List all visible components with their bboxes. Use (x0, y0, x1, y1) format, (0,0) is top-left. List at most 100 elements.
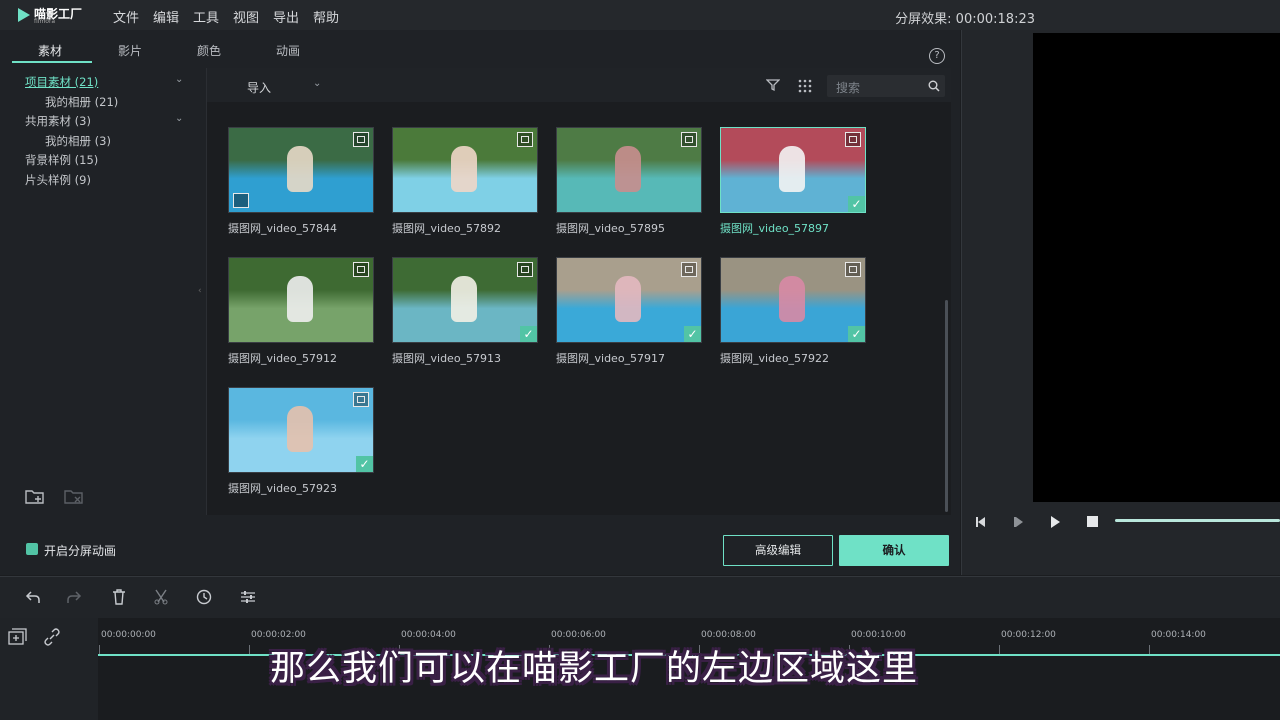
delete-icon[interactable] (112, 589, 126, 605)
clip-thumbnail[interactable] (556, 127, 702, 213)
confirm-button[interactable]: 确认 (839, 535, 949, 566)
stop-icon[interactable] (1086, 515, 1099, 528)
new-folder-icon[interactable] (24, 487, 46, 505)
menu-export[interactable]: 导出 (273, 7, 299, 26)
logo-icon (18, 8, 30, 22)
add-track-icon[interactable] (8, 628, 28, 646)
scissors-icon[interactable] (154, 589, 168, 605)
advanced-edit-button[interactable]: 高级编辑 (723, 535, 833, 566)
help-icon[interactable]: ? (929, 48, 945, 64)
media-scrollbar[interactable] (945, 300, 948, 512)
delete-folder-icon[interactable] (63, 487, 85, 505)
person-figure (287, 406, 313, 452)
film-icon (353, 132, 369, 147)
active-tab-indicator (12, 61, 92, 63)
person-figure (451, 276, 477, 322)
import-label: 导入 (247, 81, 272, 95)
clock-icon[interactable] (196, 589, 212, 605)
tree-intro-samples[interactable]: 片头样例 (9) (25, 172, 91, 188)
clip-thumbnail[interactable]: ✓ (392, 257, 538, 343)
person-figure (779, 276, 805, 322)
check-icon: ✓ (520, 326, 537, 342)
app-logo: 喵影工厂 filmora (18, 5, 88, 27)
search-placeholder: 搜索 (836, 81, 861, 95)
timeline-tick-label: 00:00:02:00 (251, 630, 306, 640)
tree-my-album[interactable]: 我的相册 (21) (45, 94, 118, 110)
clip-label: 摄图网_video_57895 (556, 222, 666, 235)
media-clip[interactable]: 摄图网_video_57892 (392, 127, 538, 236)
grid-view-icon[interactable] (798, 79, 812, 93)
media-clip[interactable]: ✓ 摄图网_video_57897 (720, 127, 866, 236)
clip-label: 摄图网_video_57913 (392, 352, 502, 365)
film-icon (517, 132, 533, 147)
media-clip[interactable]: ✓ 摄图网_video_57922 (720, 257, 866, 366)
adjust-icon[interactable] (240, 589, 256, 605)
menu-view[interactable]: 视图 (233, 7, 259, 26)
chevron-down-icon[interactable]: ⌄ (175, 113, 183, 124)
tab-color[interactable]: 颜色 (197, 42, 221, 59)
person-figure (287, 276, 313, 322)
clip-thumbnail[interactable]: ✓ (556, 257, 702, 343)
menu-tools[interactable]: 工具 (193, 7, 219, 26)
search-icon[interactable] (928, 80, 940, 92)
preview-progress-bar[interactable] (1115, 519, 1280, 522)
film-icon (681, 262, 697, 277)
clip-thumbnail[interactable]: ✓ (720, 127, 866, 213)
link-icon[interactable] (43, 628, 61, 646)
chevron-down-icon[interactable]: ⌄ (175, 74, 183, 85)
media-clip[interactable]: 摄图网_video_57844 (228, 127, 374, 236)
media-clip[interactable]: 摄图网_video_57895 (556, 127, 702, 236)
split-effect-duration: 分屏效果: 00:00:18:23 (895, 12, 1035, 27)
search-input[interactable]: 搜索 (827, 75, 945, 97)
filter-icon[interactable] (766, 78, 780, 92)
tab-animation[interactable]: 动画 (276, 42, 300, 59)
collapse-sidebar-icon[interactable]: ‹ (198, 286, 202, 296)
check-icon: ✓ (848, 326, 865, 342)
timeline-tick-label: 00:00:10:00 (851, 630, 906, 640)
timeline-tick-label: 00:00:06:00 (551, 630, 606, 640)
film-icon (517, 262, 533, 277)
person-figure (615, 276, 641, 322)
timeline-tick-label: 00:00:12:00 (1001, 630, 1056, 640)
clip-thumbnail[interactable] (392, 127, 538, 213)
menu-file[interactable]: 文件 (113, 7, 139, 26)
person-figure (287, 146, 313, 192)
checkbox-icon[interactable] (26, 543, 38, 555)
tree-project-media[interactable]: 项目素材 (21) (25, 74, 98, 90)
timeline-tick-label: 00:00:04:00 (401, 630, 456, 640)
timeline-tick-label: 00:00:08:00 (701, 630, 756, 640)
clip-thumbnail[interactable] (228, 127, 374, 213)
import-button[interactable]: 导入 (247, 79, 271, 96)
redo-icon[interactable] (66, 590, 82, 604)
undo-icon[interactable] (25, 590, 41, 604)
menu-edit[interactable]: 编辑 (153, 7, 179, 26)
next-frame-icon[interactable] (1012, 515, 1026, 529)
menu-help[interactable]: 帮助 (313, 7, 339, 26)
chevron-down-icon[interactable]: ⌄ (313, 78, 321, 89)
tree-shared-media[interactable]: 共用素材 (3) (25, 113, 91, 129)
preview-screen (1033, 33, 1280, 502)
person-figure (615, 146, 641, 192)
split-animation-label: 开启分屏动画 (44, 544, 117, 558)
tree-background-samples[interactable]: 背景样例 (15) (25, 152, 98, 168)
clip-thumbnail[interactable]: ✓ (228, 387, 374, 473)
clip-label: 摄图网_video_57844 (228, 222, 338, 235)
timeline-toolbar (0, 576, 1280, 619)
media-clip[interactable]: ✓ 摄图网_video_57917 (556, 257, 702, 366)
media-clip[interactable]: 摄图网_video_57912 (228, 257, 374, 366)
tree-shared-album[interactable]: 我的相册 (3) (45, 133, 111, 149)
clip-label: 摄图网_video_57897 (720, 222, 830, 235)
previous-frame-icon[interactable] (974, 515, 988, 529)
tab-movie[interactable]: 影片 (118, 42, 142, 59)
play-icon[interactable] (1048, 515, 1062, 529)
clip-label: 摄图网_video_57923 (228, 482, 338, 495)
check-icon: ✓ (356, 456, 373, 472)
check-icon: ✓ (684, 326, 701, 342)
clip-label: 摄图网_video_57922 (720, 352, 830, 365)
media-clip[interactable]: ✓ 摄图网_video_57913 (392, 257, 538, 366)
media-clip[interactable]: ✓ 摄图网_video_57923 (228, 387, 374, 496)
clip-thumbnail[interactable] (228, 257, 374, 343)
tab-media[interactable]: 素材 (38, 42, 62, 59)
clip-label: 摄图网_video_57912 (228, 352, 338, 365)
clip-thumbnail[interactable]: ✓ (720, 257, 866, 343)
